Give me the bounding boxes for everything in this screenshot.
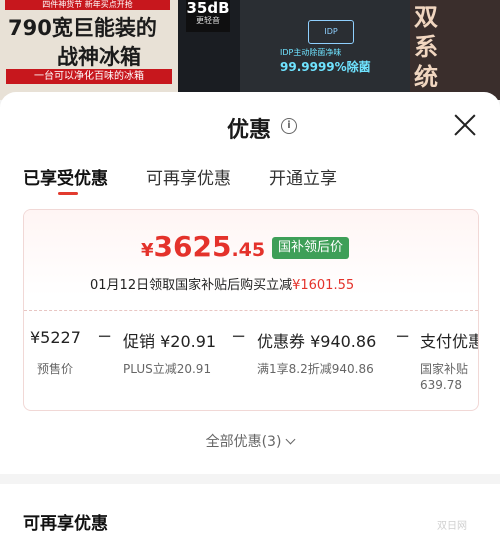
tab-enjoyed-offers[interactable]: 已享受优惠 [23,164,108,189]
promotion-label: PLUS立减20.91 [123,362,212,376]
tech-line-1: IDP主动除菌净味 [280,48,342,57]
section-separator [0,474,500,484]
banner-fridge-ad: 四件神货节 新年买点开抢 790宽巨能装的 战神冰箱 一台可以净化百味的冰箱 [0,0,178,100]
coupon-amount: 优惠券 ¥940.86 [257,332,377,351]
presale-amount: ¥5227 [30,328,81,347]
banner-headline-2: 战神冰箱 [57,45,141,69]
noise-value: 35dB [186,0,230,17]
coupon-label: 满1享8.2折减940.86 [257,362,374,376]
info-icon[interactable]: i [281,118,297,134]
more-offers-section-title: 可再享优惠 [23,514,108,534]
price-summary-card: ¥3625.45 国补领后价 01月12日领取国家补贴后购买立减¥1601.55… [23,209,479,411]
promotion-amount: 促销 ¥20.91 [123,332,217,351]
all-offers-toggle[interactable]: 全部优惠(3) [0,431,500,451]
banner-tech-panel: IDP IDP主动除菌净味 99.9999%除菌 [240,0,410,100]
banner-headline-1: 790宽巨能装的 [8,16,157,40]
chevron-down-icon [285,434,296,445]
claim-line: 01月12日领取国家补贴后购买立减¥1601.55 [90,274,354,293]
price-card-header: ¥3625.45 国补领后价 01月12日领取国家补贴后购买立减¥1601.55 [24,210,478,296]
minus-operator: − [395,326,411,347]
sheet-header: 优惠 i [0,92,500,158]
offer-tabs: 已享受优惠 可再享优惠 开通立享 [0,158,500,200]
tech-line-2: 99.9999%除菌 [280,60,371,74]
minus-operator: − [97,326,113,347]
noise-caption: 更轻音 [196,16,220,25]
subsidy-badge: 国补领后价 [272,237,350,259]
price-breakdown: ¥5227 预售价 − 促销 ¥20.91 PLUS立减20.91 − 优惠券 … [24,310,478,410]
banner-side-text: 双系统 [414,3,438,91]
price-currency: ¥ [141,240,154,261]
price-decimal: .45 [231,239,266,261]
promo-banner: 四件神货节 新年买点开抢 790宽巨能装的 战神冰箱 一台可以净化百味的冰箱 3… [0,0,500,100]
banner-side: 双系统 [410,0,500,100]
claim-amount: ¥1601.55 [292,278,355,293]
final-price: ¥3625.45 [141,230,265,263]
presale-label: 预售价 [37,362,74,376]
offers-sheet: 优惠 i 已享受优惠 可再享优惠 开通立享 ¥3625.45 国补领后价 01月… [0,92,500,545]
watermark: 双日网 [437,521,467,532]
minus-operator: − [231,326,247,347]
price-integer: 3625 [153,230,232,263]
tech-logo: IDP [308,20,354,44]
all-offers-label: 全部优惠(3) [205,434,282,450]
payment-discount-value: 639.78 [420,378,462,392]
tab-activate-offers[interactable]: 开通立享 [269,164,337,189]
banner-ribbon: 四件神货节 新年买点开抢 [5,0,170,10]
active-tab-indicator [58,192,78,195]
payment-discount-label: 国家补贴 [420,362,469,376]
noise-badge: 35dB 更轻音 [186,0,230,32]
tab-more-offers[interactable]: 可再享优惠 [146,164,231,189]
banner-subline: 一台可以净化百味的冰箱 [6,69,172,84]
claim-text: 01月12日领取国家补贴后购买立减 [90,278,293,293]
close-icon[interactable] [452,112,478,138]
sheet-title: 优惠 [227,118,272,143]
payment-discount-amount: 支付优惠 [420,332,479,351]
